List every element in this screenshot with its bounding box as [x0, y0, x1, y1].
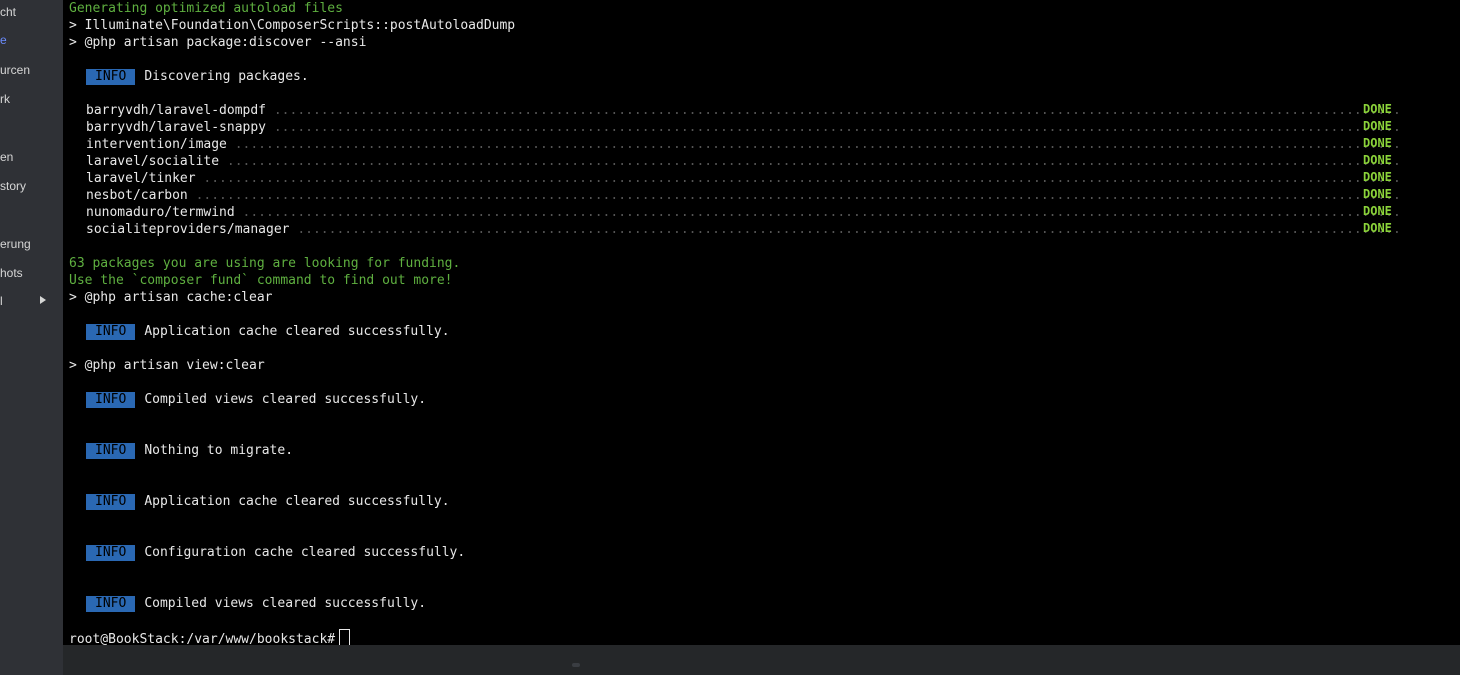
package-row: ........................................…: [86, 221, 1399, 238]
scroll-handle[interactable]: [572, 663, 580, 667]
terminal-line: > @php artisan package:discover --ansi: [69, 35, 367, 50]
info-message: Discovering packages.: [144, 69, 309, 84]
package-name: laravel/socialite: [86, 154, 226, 169]
info-badge: INFO: [86, 324, 136, 340]
package-name: socialiteproviders/manager: [86, 222, 296, 237]
sidebar: cht e urcen rk en story erung hots l: [0, 0, 63, 675]
info-badge: INFO: [86, 494, 136, 510]
info-message: Nothing to migrate.: [144, 443, 294, 458]
done-status: DONE: [1363, 102, 1392, 116]
info-message: Application cache cleared successfully.: [144, 324, 450, 339]
console-bottom-bar: [63, 645, 1460, 675]
done-status: DONE: [1363, 170, 1392, 184]
package-name: intervention/image: [86, 137, 233, 152]
terminal-console[interactable]: Generating optimized autoload files > Il…: [63, 0, 1460, 645]
info-badge: INFO: [86, 392, 136, 408]
info-badge: INFO: [86, 69, 136, 85]
terminal-command: > @php artisan cache:clear: [69, 290, 273, 305]
sidebar-item-history[interactable]: story: [0, 177, 26, 195]
sidebar-footer: [0, 645, 63, 675]
info-line: INFO Configuration cache cleared successf…: [69, 544, 465, 561]
info-line: INFO Nothing to migrate.: [69, 442, 293, 459]
terminal-line: Generating optimized autoload files: [69, 1, 343, 16]
package-name: nesbot/carbon: [86, 188, 194, 203]
dot-leader: ........................................…: [86, 171, 1399, 186]
terminal-command: > @php artisan view:clear: [69, 358, 265, 373]
sidebar-item-resources[interactable]: urcen: [0, 61, 30, 79]
package-row: ........................................…: [86, 153, 1399, 170]
info-badge: INFO: [86, 596, 136, 612]
funding-notice: 63 packages you are using are looking fo…: [69, 256, 461, 271]
info-line: INFO Application cache cleared successful…: [69, 323, 450, 340]
dot-leader: ........................................…: [86, 205, 1399, 220]
info-message: Configuration cache cleared successfully…: [144, 545, 466, 560]
funding-notice: Use the `composer fund` command to find …: [69, 273, 453, 288]
info-message: Compiled views cleared successfully.: [144, 596, 427, 611]
done-status: DONE: [1363, 119, 1392, 133]
info-badge: INFO: [86, 545, 136, 561]
sidebar-item-options[interactable]: en: [0, 148, 13, 166]
sidebar-item-active[interactable]: e: [0, 31, 7, 49]
terminal-line: > Illuminate\Foundation\ComposerScripts:…: [69, 18, 516, 33]
shell-prompt[interactable]: root@BookStack:/var/www/bookstack#: [69, 629, 351, 645]
info-line: INFO Compiled views cleared successfully.: [69, 595, 426, 612]
package-name: nunomaduro/termwind: [86, 205, 241, 220]
sidebar-item-overview[interactable]: cht: [0, 3, 16, 21]
done-status: DONE: [1363, 187, 1392, 201]
package-row: ........................................…: [86, 204, 1399, 221]
package-row: ........................................…: [86, 119, 1399, 136]
info-badge: INFO: [86, 443, 136, 459]
done-status: DONE: [1363, 136, 1392, 150]
info-line: INFO Discovering packages.: [69, 68, 309, 85]
package-row: ........................................…: [86, 170, 1399, 187]
dot-leader: ........................................…: [86, 154, 1399, 169]
done-status: DONE: [1363, 153, 1392, 167]
package-name: laravel/tinker: [86, 171, 202, 186]
sidebar-item-more[interactable]: l: [0, 292, 3, 310]
chevron-right-icon[interactable]: [40, 296, 46, 304]
dot-leader: ........................................…: [86, 188, 1399, 203]
info-line: INFO Application cache cleared successful…: [69, 493, 450, 510]
sidebar-item-replication[interactable]: erung: [0, 235, 31, 253]
package-row: ........................................…: [86, 187, 1399, 204]
done-status: DONE: [1363, 221, 1392, 235]
sidebar-item-snapshots[interactable]: hots: [0, 264, 23, 282]
sidebar-item-network[interactable]: rk: [0, 90, 10, 108]
prompt-text: root@BookStack:/var/www/bookstack#: [69, 632, 336, 645]
info-message: Application cache cleared successfully.: [144, 494, 450, 509]
done-status: DONE: [1363, 204, 1392, 218]
text-cursor[interactable]: [339, 629, 351, 645]
info-message: Compiled views cleared successfully.: [144, 392, 427, 407]
screen: cht e urcen rk en story erung hots l Gen…: [0, 0, 1460, 675]
dot-leader: ........................................…: [86, 103, 1399, 118]
info-line: INFO Compiled views cleared successfully.: [69, 391, 426, 408]
dot-leader: ........................................…: [86, 120, 1399, 135]
package-row: ........................................…: [86, 136, 1399, 153]
package-name: barryvdh/laravel-snappy: [86, 120, 273, 135]
package-name: barryvdh/laravel-dompdf: [86, 103, 273, 118]
package-row: ........................................…: [86, 102, 1399, 119]
dot-leader: ........................................…: [86, 137, 1399, 152]
